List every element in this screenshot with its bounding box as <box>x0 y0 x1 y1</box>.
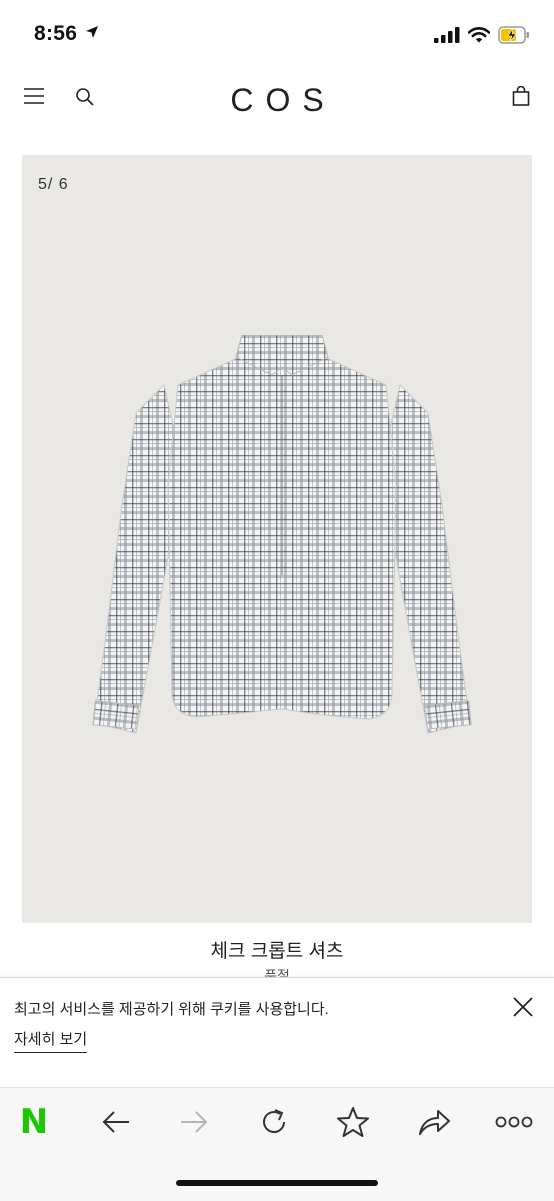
image-counter: 5/ 6 <box>38 176 69 193</box>
more-button[interactable] <box>488 1102 540 1142</box>
back-button[interactable] <box>90 1102 142 1142</box>
cookie-details-link[interactable]: 자세히 보기 <box>14 1028 88 1053</box>
bookmark-button[interactable] <box>327 1102 379 1142</box>
cookie-banner: 최고의 서비스를 제공하기 위해 쿠키를 사용합니다. 자세히 보기 <box>0 977 554 1088</box>
reload-icon <box>263 1109 285 1133</box>
wifi-icon <box>468 27 490 43</box>
cookie-close-button[interactable] <box>510 994 536 1020</box>
shopping-bag-button[interactable] <box>508 82 534 110</box>
star-icon <box>337 1107 369 1137</box>
share-button[interactable] <box>408 1102 460 1142</box>
share-icon <box>419 1110 450 1135</box>
cookie-message: 최고의 서비스를 제공하기 위해 쿠키를 사용합니다. <box>14 1001 329 1018</box>
battery-charging-icon <box>498 26 529 44</box>
more-icon <box>495 1116 533 1128</box>
forward-button[interactable] <box>168 1102 220 1142</box>
status-icons <box>434 22 530 48</box>
forward-arrow-icon <box>181 1111 208 1133</box>
brand-logo[interactable]: COS <box>0 82 554 119</box>
location-arrow-icon <box>86 26 99 38</box>
product-title: 체크 크롭트 셔츠 <box>210 941 344 962</box>
back-arrow-icon <box>102 1111 129 1133</box>
close-icon <box>513 997 533 1017</box>
product-image[interactable]: 5/ 6 <box>22 155 532 923</box>
signal-icon <box>434 27 460 43</box>
reload-button[interactable] <box>248 1102 300 1142</box>
naver-home-button[interactable]: N <box>8 1102 60 1142</box>
naver-logo: N <box>19 1102 49 1142</box>
plaid-shirt-image <box>92 335 472 734</box>
bag-icon <box>512 86 530 106</box>
home-indicator <box>176 1180 378 1186</box>
status-time: 8:56 <box>34 22 99 46</box>
